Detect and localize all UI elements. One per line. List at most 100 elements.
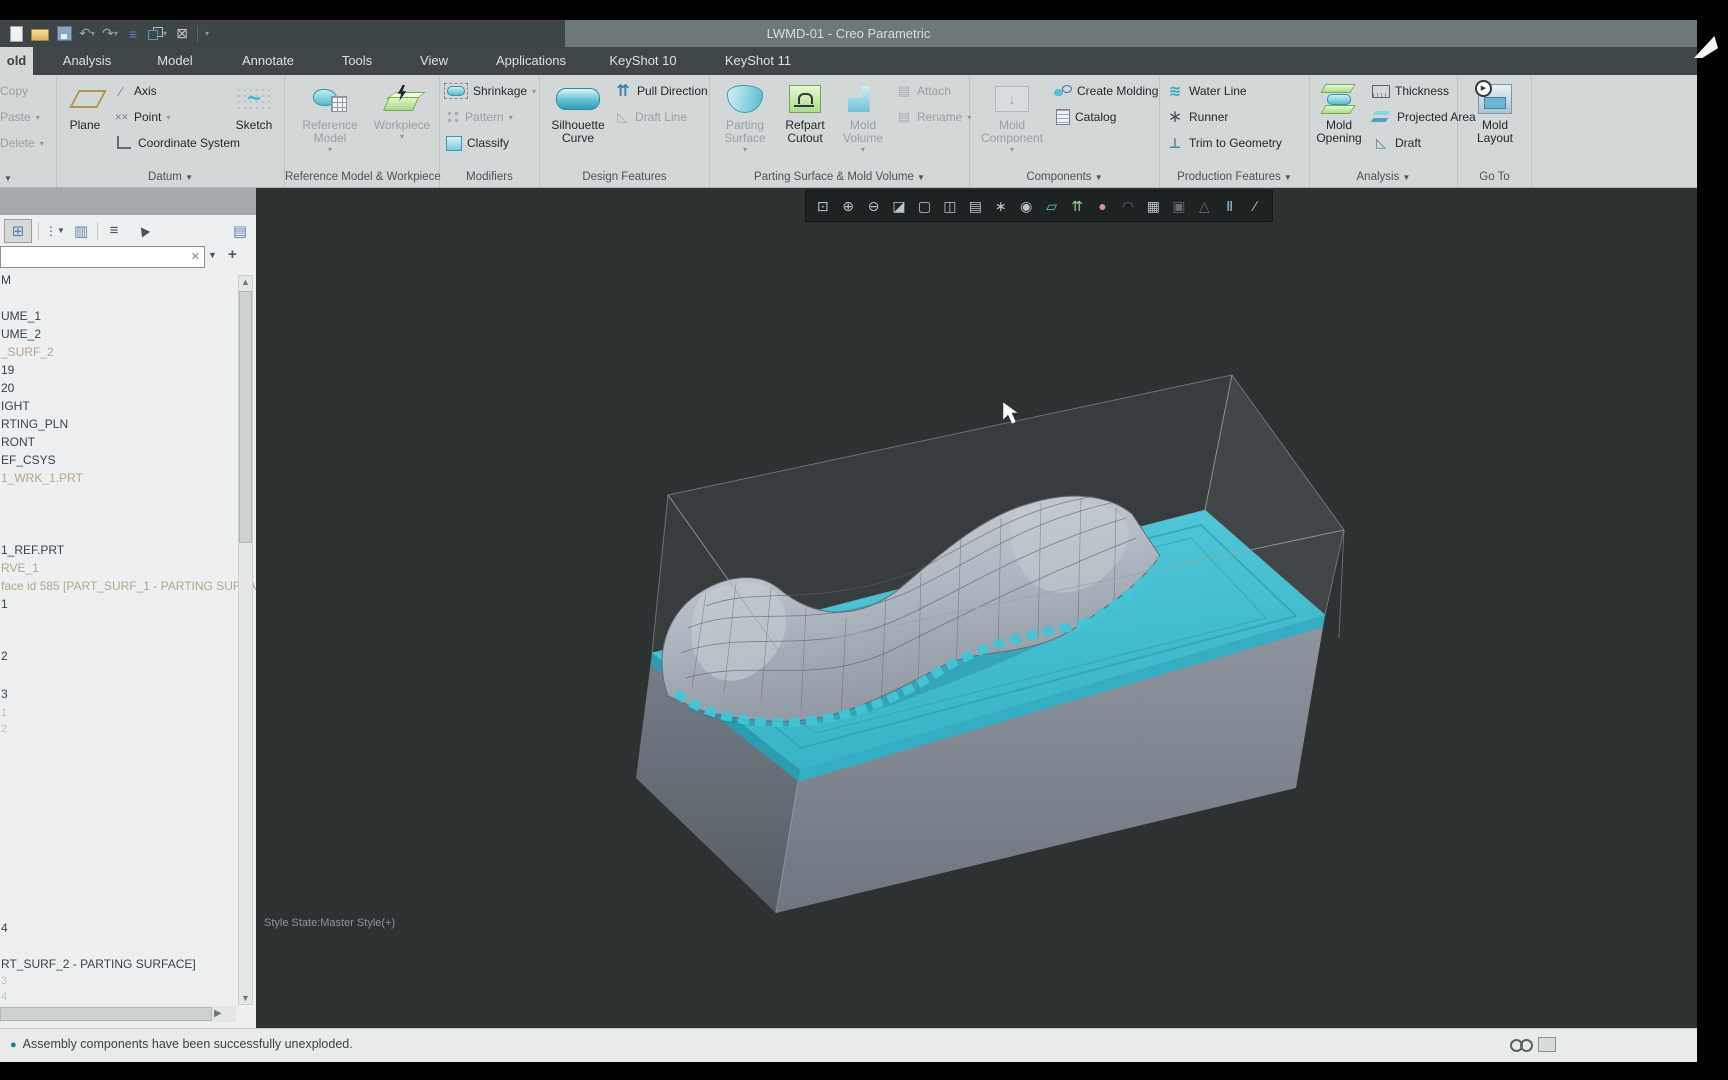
search-dropdown-icon[interactable]: ▼ — [208, 250, 217, 260]
group-label-goto[interactable]: Go To — [1458, 171, 1531, 183]
save-icon[interactable] — [56, 24, 72, 44]
parting-surface-button[interactable]: Parting Surface▾ — [716, 79, 774, 154]
ribbon-tab[interactable]: Model — [140, 47, 210, 75]
tree-item[interactable]: 3 — [1, 686, 8, 703]
create-molding-button[interactable]: Create Molding — [1054, 79, 1158, 103]
simulation-display-icon[interactable]: ▦ — [1141, 194, 1165, 218]
horizontal-scroll-thumb[interactable] — [0, 1007, 212, 1021]
new-file-icon[interactable] — [8, 24, 24, 44]
windows-icon[interactable]: ▾ — [148, 24, 167, 44]
catalog-button[interactable]: Catalog — [1056, 105, 1116, 129]
section-icon[interactable]: ▣ — [1167, 194, 1191, 218]
tree-item[interactable]: RVE_1 — [1, 560, 39, 577]
repaint-icon[interactable]: ◪ — [887, 194, 911, 218]
plane-button[interactable]: Plane — [61, 79, 109, 132]
mold-layout-button[interactable]: ▶ Mold Layout — [1464, 79, 1526, 145]
tree-item[interactable]: UME_2 — [1, 326, 41, 343]
ribbon-tab[interactable]: Applications — [488, 47, 574, 75]
pattern-button[interactable]: Pattern▾ — [446, 105, 513, 129]
group-label-datum[interactable]: Datum ▼ — [57, 171, 284, 183]
ribbon-tab[interactable]: KeyShot 11 — [720, 47, 796, 75]
status-panel-icon[interactable] — [1538, 1037, 1556, 1052]
tree-item[interactable]: M — [1, 272, 11, 289]
clear-search-icon[interactable]: ✕ — [191, 250, 200, 263]
attach-button[interactable]: ▤Attach — [896, 79, 951, 103]
zoom-out-icon[interactable]: ⊖ — [862, 194, 886, 218]
tree-item[interactable]: 20 — [1, 380, 14, 397]
rename-button[interactable]: ▤Rename▾ — [896, 105, 971, 129]
workpiece-button[interactable]: Workpiece▾ — [371, 79, 433, 141]
trim-to-geometry-button[interactable]: ⊥Trim to Geometry — [1166, 131, 1282, 155]
draft-button[interactable]: ◺Draft — [1372, 131, 1421, 155]
group-label-design-features[interactable]: Design Features — [540, 171, 709, 183]
group-label-parting-mold-volume[interactable]: Parting Surface & Mold Volume ▼ — [710, 171, 969, 183]
tree-item[interactable]: RONT — [1, 434, 35, 451]
group-label-analysis[interactable]: Analysis ▼ — [1310, 171, 1457, 183]
tree-item[interactable]: RT_SURF_2 - PARTING SURFACE] — [1, 956, 196, 973]
select-arrow-icon[interactable] — [130, 220, 150, 242]
tree-search-input[interactable]: ✕ — [0, 246, 205, 268]
runner-button[interactable]: ∗Runner — [1166, 105, 1228, 129]
group-label-modifiers[interactable]: Modifiers — [440, 171, 539, 183]
mold-opening-button[interactable]: Mold Opening — [1310, 79, 1368, 145]
delete-button[interactable]: Delete▾ — [0, 131, 44, 155]
tree-item[interactable]: 2 — [1, 648, 8, 665]
group-label-reference-workpiece[interactable]: Reference Model & Workpiece — [285, 171, 439, 183]
spin-center-icon[interactable]: ▱ — [1040, 194, 1064, 218]
vertical-scroll-thumb[interactable] — [239, 291, 252, 543]
point-button[interactable]: ✕✕Point▾ — [113, 105, 170, 129]
ribbon-tab[interactable]: Analysis — [52, 47, 122, 75]
tree-item[interactable]: 1_REF.PRT — [1, 542, 64, 559]
shrinkage-button[interactable]: Shrinkage▾ — [444, 79, 536, 103]
silhouette-curve-button[interactable]: Silhouette Curve — [546, 79, 610, 145]
clipboard-overflow-arrow[interactable]: ▼ — [0, 174, 60, 183]
refpart-cutout-button[interactable]: Refpart Cutout — [778, 79, 832, 145]
tree-filter-icon[interactable]: ⋮▼ — [45, 220, 65, 242]
sketch-display-icon[interactable]: ◠ — [1116, 194, 1140, 218]
copy-button[interactable]: Copy — [0, 79, 28, 103]
ribbon-tab[interactable]: old — [0, 47, 33, 75]
ribbon-tab[interactable]: View — [408, 47, 460, 75]
water-line-button[interactable]: ≋Water Line — [1166, 79, 1247, 103]
tree-item[interactable]: RTING_PLN — [1, 416, 68, 433]
layers-icon[interactable]: ≡ — [104, 220, 124, 242]
mold-volume-button[interactable]: Mold Volume▾ — [836, 79, 890, 154]
mold-opening-display-icon[interactable]: ⇈ — [1065, 194, 1089, 218]
redo-icon[interactable]: ↷▾ — [102, 24, 118, 44]
appearances-icon[interactable]: ● — [1091, 194, 1115, 218]
annotation-display-icon[interactable]: ◉ — [1014, 194, 1038, 218]
ribbon-tab[interactable]: Tools — [328, 47, 386, 75]
ribbon-tab[interactable]: KeyShot 10 — [605, 47, 681, 75]
tree-item[interactable]: 3 — [1, 973, 7, 990]
open-file-icon[interactable] — [31, 24, 49, 44]
tree-column-display-icon[interactable]: ▥ — [71, 220, 91, 242]
group-label-components[interactable]: Components ▼ — [970, 171, 1159, 183]
mold-component-button[interactable]: ↓ Mold Component▾ — [974, 79, 1050, 154]
saved-views-icon[interactable]: ◫ — [938, 194, 962, 218]
draft-line-button[interactable]: ◺Draft Line — [614, 105, 687, 129]
group-label-production-features[interactable]: Production Features ▼ — [1160, 171, 1309, 183]
axis-button[interactable]: ∕Axis — [113, 79, 157, 103]
tree-item[interactable]: face id 585 [PART_SURF_1 - PARTING SURFA… — [1, 578, 256, 595]
sketch-button[interactable]: ~ Sketch — [229, 79, 279, 132]
tree-vertical-scrollbar[interactable]: ▲ ▼ — [238, 275, 253, 1005]
geometry-checks-icon[interactable]: △ — [1192, 194, 1216, 218]
regenerate-icon[interactable]: ≡ — [125, 24, 141, 44]
coordinate-system-button[interactable]: Coordinate System — [113, 131, 240, 155]
display-style-icon[interactable]: ▢ — [912, 194, 936, 218]
paste-button[interactable]: Paste▾ — [0, 105, 40, 129]
tree-item[interactable]: 4 — [1, 920, 8, 937]
qat-customize-arrow-icon[interactable]: ▾ — [205, 29, 209, 38]
tree-settings-icon[interactable]: ▤ — [230, 220, 250, 242]
zoom-in-icon[interactable]: ⊕ — [836, 194, 860, 218]
tree-item[interactable]: 4 — [1, 989, 7, 1006]
find-binoculars-icon[interactable] — [1510, 1039, 1532, 1051]
pull-direction-button[interactable]: ⇈Pull Direction — [614, 79, 708, 103]
tree-item[interactable]: IGHT — [1, 398, 30, 415]
tree-item[interactable]: 19 — [1, 362, 14, 379]
thickness-button[interactable]: Thickness — [1372, 79, 1449, 103]
datum-display-icon[interactable]: ∗ — [989, 194, 1013, 218]
edit-position-icon[interactable]: ∕ — [1243, 194, 1267, 218]
refit-icon[interactable]: ⊡ — [811, 194, 835, 218]
tree-item[interactable]: 1_WRK_1.PRT — [1, 470, 83, 487]
